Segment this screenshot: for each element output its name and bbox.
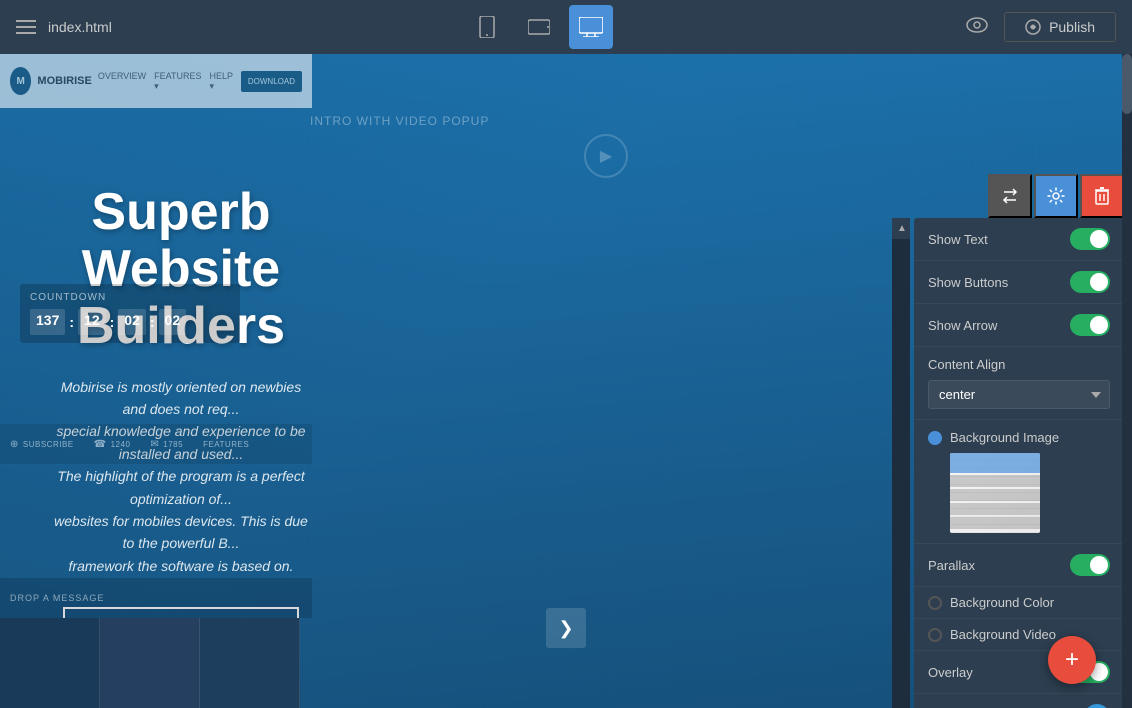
countdown-label: COUNTDOWN — [30, 292, 230, 303]
team-photo-1 — [0, 618, 100, 708]
mobile-device-button[interactable] — [465, 5, 509, 49]
bg-video-radio[interactable] — [928, 628, 942, 642]
bg-image-row: Background Image — [928, 430, 1110, 445]
color-row: Color — [914, 694, 1124, 708]
publish-button[interactable]: Publish — [1004, 12, 1116, 42]
toolbar-row — [988, 174, 1124, 218]
parallax-toggle[interactable] — [1070, 554, 1110, 576]
main-area: M MOBIRISE OVERVIEW FEATURES ▾ HELP ▾ DO… — [0, 54, 1132, 708]
drop-label: DROP A MESSAGE — [10, 593, 104, 603]
bg-image-label: Background Image — [950, 430, 1059, 445]
settings-button[interactable] — [1034, 174, 1078, 218]
color-swatch[interactable] — [1084, 704, 1110, 708]
desktop-device-button[interactable] — [569, 5, 613, 49]
bg-video-row: Background Video — [914, 619, 1124, 651]
feature-item-1: ⊕ SUBSCRIBE — [10, 439, 74, 450]
feature-item-3: ✉ 1785 — [150, 439, 183, 450]
show-buttons-row: Show Buttons — [914, 261, 1124, 304]
bg-video-label: Background Video — [950, 627, 1056, 642]
show-text-toggle[interactable] — [1070, 228, 1110, 250]
fake-logo-letter: M — [17, 76, 25, 87]
tablet-device-button[interactable] — [517, 5, 561, 49]
show-text-row: Show Text — [914, 218, 1124, 261]
feature-item-4: FEATURES — [203, 440, 249, 449]
fab-button[interactable]: + — [1048, 636, 1096, 684]
down-arrow-button[interactable]: ❯ — [546, 608, 586, 648]
panel-scroll-up[interactable]: ▲ — [892, 218, 910, 239]
topbar-right: Publish — [966, 12, 1116, 42]
bg-color-label: Background Color — [950, 595, 1054, 610]
preview-icon[interactable] — [966, 16, 988, 39]
content-align-select[interactable]: left center right — [928, 380, 1110, 409]
device-switcher — [465, 5, 613, 49]
bg-image-radio[interactable] — [928, 431, 942, 445]
bg-color-radio[interactable] — [928, 596, 942, 610]
swap-button[interactable] — [988, 174, 1032, 218]
content-align-label: Content Align — [928, 357, 1110, 372]
team-photo-3 — [200, 618, 300, 708]
parallax-label: Parallax — [928, 558, 975, 573]
show-buttons-toggle[interactable] — [1070, 271, 1110, 293]
main-scrollbar[interactable] — [1122, 54, 1132, 708]
show-text-label: Show Text — [928, 232, 988, 247]
show-arrow-toggle[interactable] — [1070, 314, 1110, 336]
fab-icon: + — [1065, 646, 1079, 674]
filename-label: index.html — [48, 19, 112, 35]
main-scrollbar-thumb — [1122, 54, 1132, 114]
panel-scroll: ▲ ▼ — [892, 218, 910, 708]
feature-item-2: ☎ 1240 — [94, 439, 131, 450]
bg-color-row: Background Color — [914, 587, 1124, 619]
parallax-row: Parallax — [914, 544, 1124, 587]
publish-label: Publish — [1049, 19, 1095, 35]
bg-image-section: Background Image — [914, 420, 1124, 544]
team-photo-2 — [100, 618, 200, 708]
features-strip: ⊕ SUBSCRIBE ☎ 1240 ✉ 1785 FEATURES — [0, 424, 312, 464]
content-align-section: Content Align left center right — [914, 347, 1124, 420]
overlay-label: Overlay — [928, 665, 973, 680]
countdown-minutes: 02 — [118, 309, 146, 335]
show-buttons-label: Show Buttons — [928, 275, 1008, 290]
topbar: index.html Publish — [0, 0, 1132, 54]
menu-icon[interactable] — [16, 20, 36, 34]
countdown-days: 137 — [30, 309, 65, 335]
team-photos — [0, 618, 312, 708]
hero-subtitle: Mobirise is mostly oriented on newbies a… — [50, 376, 312, 578]
countdown-numbers: 137 : 12 : 02 : 02 — [30, 309, 230, 335]
settings-panel: Show Text Show Buttons Show Arrow Conten… — [914, 218, 1124, 708]
bg-thumbnail[interactable] — [950, 453, 1040, 533]
drop-section: DROP A MESSAGE — [0, 578, 312, 618]
fake-logo-box: M — [10, 67, 31, 95]
delete-button[interactable] — [1080, 174, 1124, 218]
video-play-circle: ▶ — [584, 134, 628, 178]
countdown-hours: 12 — [78, 309, 106, 335]
topbar-left: index.html — [16, 19, 112, 35]
video-popup-section: INTRO WITH VIDEO POPUP ▶ — [310, 114, 902, 274]
show-arrow-label: Show Arrow — [928, 318, 997, 333]
video-popup-title: INTRO WITH VIDEO POPUP — [310, 114, 902, 128]
countdown-seconds: 02 — [159, 309, 187, 335]
bg-thumbnail-overlay — [950, 453, 1040, 533]
countdown-section: COUNTDOWN 137 : 12 : 02 : 02 — [20, 284, 240, 343]
show-arrow-row: Show Arrow — [914, 304, 1124, 347]
